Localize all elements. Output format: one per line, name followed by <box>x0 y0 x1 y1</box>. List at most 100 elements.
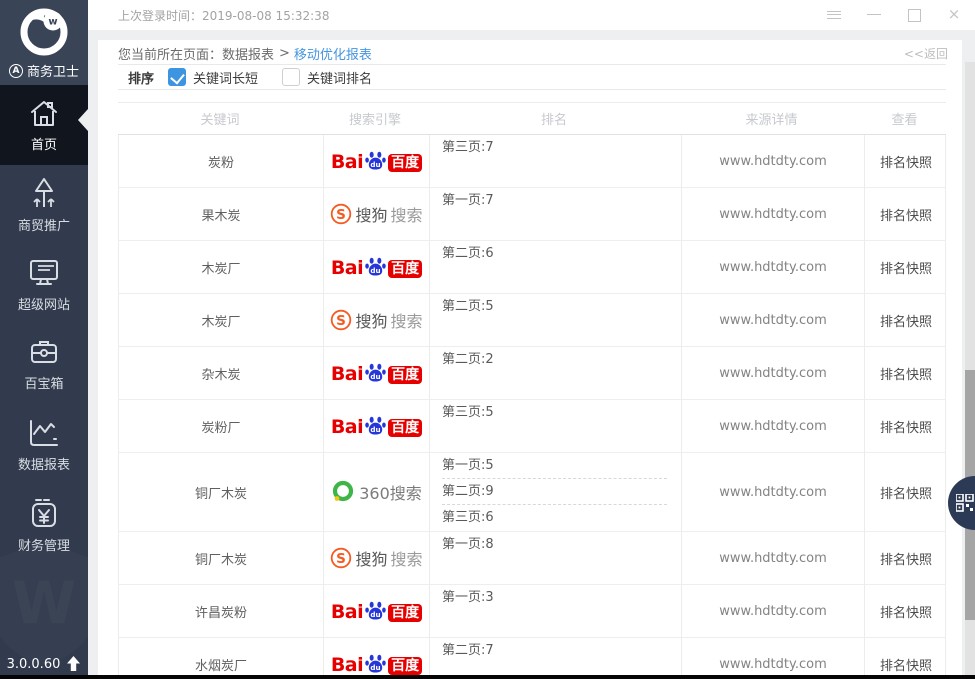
engine-cell: Baidu百度 <box>323 585 429 637</box>
menu-icon[interactable] <box>827 8 841 22</box>
sogou-logo-icon: S搜狗搜索 <box>330 308 422 332</box>
table-row: 铜厂木炭S搜狗搜索第一页:8www.hdtdty.com排名快照 <box>118 532 946 585</box>
breadcrumb-prefix: 您当前所在页面：数据报表 <box>118 44 274 63</box>
snapshot-link[interactable]: 排名快照 <box>864 638 947 679</box>
sidebar-item-1[interactable]: 首页 <box>0 85 88 165</box>
keyword-cell: 水烟炭厂 <box>119 638 323 679</box>
360-logo-icon: 360搜索 <box>331 480 422 504</box>
source-cell: www.hdtdty.com <box>681 294 864 346</box>
rank-cell: 第一页:3 <box>429 585 681 637</box>
version-label: 3.0.0.60 <box>7 657 61 672</box>
brand-name: 商务卫士 <box>27 61 79 80</box>
finance-icon <box>28 497 60 529</box>
svg-text:du: du <box>371 160 381 169</box>
sidebar-item-label: 财务管理 <box>18 535 70 554</box>
close-icon[interactable]: × <box>947 8 961 22</box>
source-cell: www.hdtdty.com <box>681 638 864 679</box>
column-header-4: 来源详情 <box>680 109 863 128</box>
rank-value: 第三页:6 <box>442 505 667 531</box>
column-header-3: 排名 <box>428 109 680 128</box>
report-icon <box>27 418 61 448</box>
table-row: 杂木炭Baidu百度第二页:2www.hdtdty.com排名快照 <box>118 347 946 400</box>
sort-option-label: 关键词长短 <box>193 68 258 87</box>
snapshot-link[interactable]: 排名快照 <box>864 347 947 399</box>
sort-bar: 排序 关键词长短关键词排名 <box>118 64 946 90</box>
keyword-cell: 许昌炭粉 <box>119 585 323 637</box>
snapshot-link[interactable]: 排名快照 <box>864 188 947 240</box>
bottom-edge <box>0 675 975 679</box>
svg-text:du: du <box>371 266 381 275</box>
vertical-scrollbar[interactable] <box>965 62 975 679</box>
sidebar-item-label: 百宝箱 <box>24 373 63 392</box>
snapshot-link[interactable]: 排名快照 <box>864 241 947 293</box>
sidebar-item-2[interactable]: 商贸推广 <box>0 165 88 245</box>
baidu-logo-icon: Baidu百度 <box>331 652 422 676</box>
snapshot-link[interactable]: 排名快照 <box>864 400 947 452</box>
sort-option-2[interactable]: 关键词排名 <box>282 68 372 87</box>
sidebar-item-label: 首页 <box>31 134 57 153</box>
baidu-logo-icon: Baidu百度 <box>331 149 422 173</box>
rank-cell: 第二页:6 <box>429 241 681 293</box>
source-cell: www.hdtdty.com <box>681 585 864 637</box>
keyword-cell: 木炭厂 <box>119 294 323 346</box>
checkbox-checked-icon[interactable] <box>168 68 186 86</box>
qrcode-icon <box>956 494 974 512</box>
engine-cell: Baidu百度 <box>323 638 429 679</box>
rank-cell: 第三页:7 <box>429 135 681 187</box>
keyword-cell: 杂木炭 <box>119 347 323 399</box>
baidu-logo-icon: Baidu百度 <box>331 414 422 438</box>
engine-cell: S搜狗搜索 <box>323 532 429 584</box>
sidebar-nav: 首页商贸推广超级网站百宝箱数据报表财务管理 <box>0 85 88 565</box>
keyword-rank-table: 关键词搜索引擎排名来源详情查看 炭粉Baidu百度第三页:7www.hdtdty… <box>118 102 946 679</box>
sidebar-item-4[interactable]: 百宝箱 <box>0 325 88 405</box>
snapshot-link[interactable]: 排名快照 <box>864 453 947 531</box>
engine-cell: S搜狗搜索 <box>323 294 429 346</box>
upgrade-arrow-icon[interactable] <box>66 656 81 672</box>
breadcrumb-separator: > <box>279 46 290 61</box>
sidebar-logo-section: w A 商务卫士 <box>0 0 88 85</box>
source-cell: www.hdtdty.com <box>681 400 864 452</box>
column-header-5: 查看 <box>863 109 946 128</box>
sidebar-item-6[interactable]: 财务管理 <box>0 485 88 565</box>
sogou-logo-icon: S搜狗搜索 <box>330 546 422 570</box>
table-header-row: 关键词搜索引擎排名来源详情查看 <box>118 102 946 135</box>
sort-option-1[interactable]: 关键词长短 <box>168 68 258 87</box>
source-cell: www.hdtdty.com <box>681 532 864 584</box>
rank-value: 第三页:7 <box>442 135 667 161</box>
sidebar-item-3[interactable]: 超级网站 <box>0 245 88 325</box>
customer-service-button[interactable] <box>948 476 975 530</box>
engine-cell: Baidu百度 <box>323 135 429 187</box>
sort-option-label: 关键词排名 <box>307 68 372 87</box>
keyword-cell: 炭粉 <box>119 135 323 187</box>
rank-cell: 第一页:7 <box>429 188 681 240</box>
snapshot-link[interactable]: 排名快照 <box>864 135 947 187</box>
sidebar: w A 商务卫士 首页商贸推广超级网站百宝箱数据报表财务管理 W 3.0.0.6… <box>0 0 88 679</box>
app-logo-icon: w <box>19 7 69 57</box>
snapshot-link[interactable]: 排名快照 <box>864 585 947 637</box>
rank-cell: 第二页:7 <box>429 638 681 679</box>
breadcrumb: 您当前所在页面：数据报表 > 移动优化报表 <<返回 <box>98 40 962 64</box>
version-row: 3.0.0.60 <box>0 656 88 672</box>
sidebar-item-5[interactable]: 数据报表 <box>0 405 88 485</box>
keyword-cell: 铜厂木炭 <box>119 453 323 531</box>
promote-icon <box>28 177 60 209</box>
maximize-icon[interactable] <box>907 8 921 22</box>
engine-cell: Baidu百度 <box>323 347 429 399</box>
svg-text:du: du <box>371 610 381 619</box>
snapshot-link[interactable]: 排名快照 <box>864 294 947 346</box>
rank-value: 第一页:5 <box>442 453 667 479</box>
rank-value: 第二页:6 <box>442 241 667 267</box>
toolbox-icon <box>28 339 60 367</box>
back-link[interactable]: <<返回 <box>904 45 948 62</box>
rank-value: 第一页:3 <box>442 585 667 611</box>
svg-text:S: S <box>337 207 347 223</box>
checkbox-unchecked-icon[interactable] <box>282 68 300 86</box>
rank-value: 第二页:5 <box>442 294 667 320</box>
breadcrumb-current-link[interactable]: 移动优化报表 <box>294 44 372 63</box>
snapshot-link[interactable]: 排名快照 <box>864 532 947 584</box>
svg-text:W: W <box>12 569 76 637</box>
svg-text:du: du <box>371 663 381 672</box>
home-icon <box>28 98 60 128</box>
baidu-logo-icon: Baidu百度 <box>331 599 422 623</box>
minimize-icon[interactable] <box>867 8 881 22</box>
